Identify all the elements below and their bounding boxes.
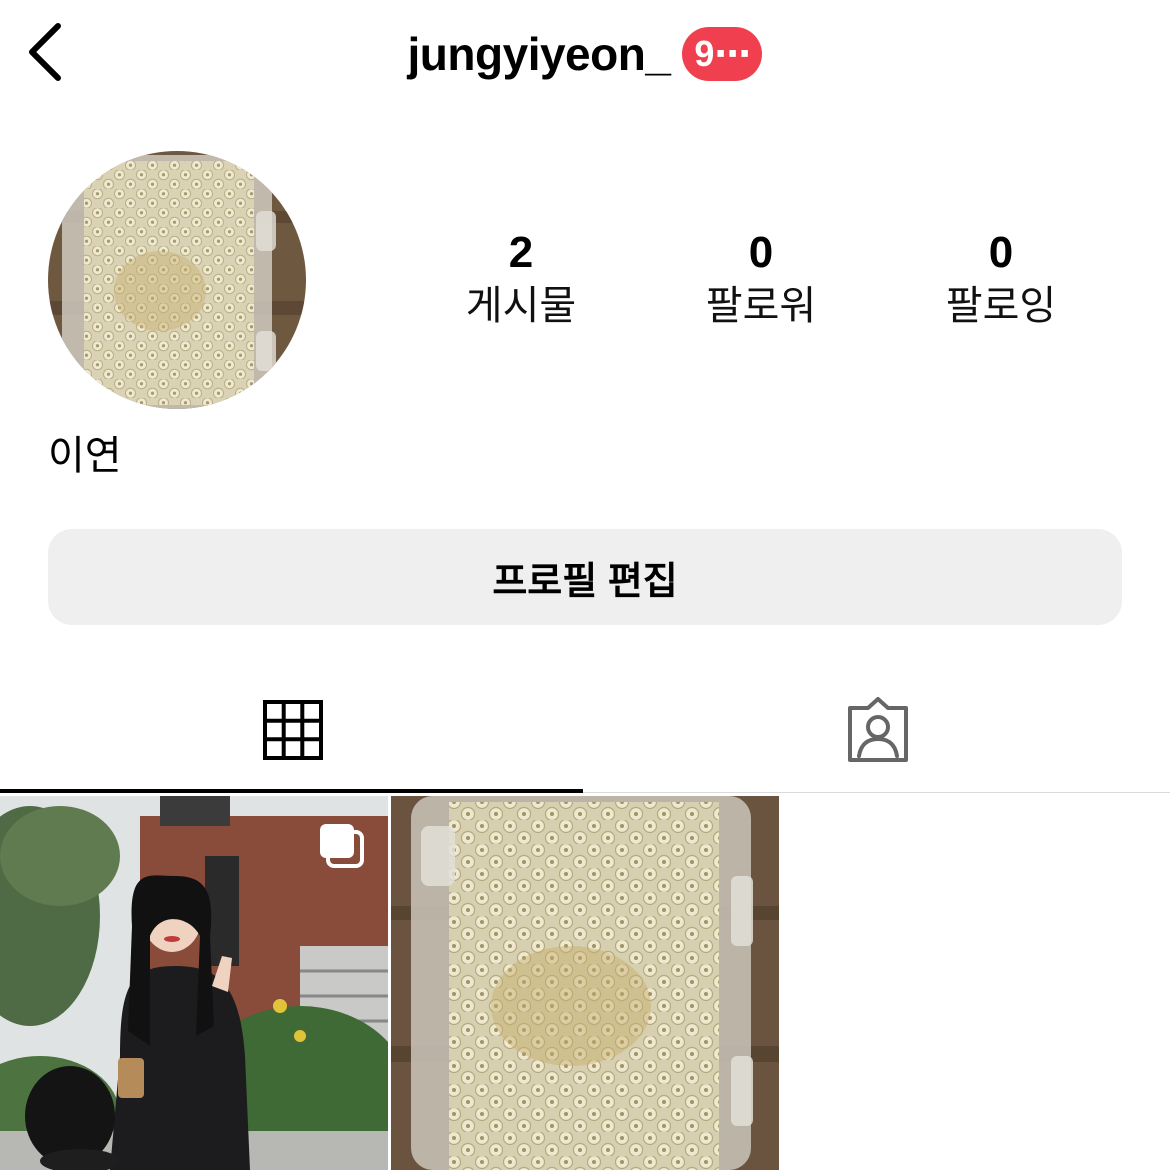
tagged-person-icon xyxy=(847,697,908,762)
multi-image-icon xyxy=(320,824,364,868)
stat-followers[interactable]: 0 팔로워 xyxy=(661,226,861,332)
tab-divider xyxy=(583,792,1170,793)
stat-following-count: 0 xyxy=(988,228,1014,277)
stat-followers-count: 0 xyxy=(748,228,774,277)
stat-following[interactable]: 0 팔로잉 xyxy=(901,226,1101,332)
stat-following-label: 팔로잉 xyxy=(945,284,1057,328)
tab-tagged[interactable] xyxy=(585,668,1170,792)
active-tab-indicator xyxy=(0,789,583,793)
stat-followers-label: 팔로워 xyxy=(705,284,817,328)
post-image-honeycomb xyxy=(391,796,779,1170)
username-title[interactable]: jungyiyeon_ xyxy=(408,18,671,90)
grid-icon xyxy=(262,700,323,760)
post-thumbnail[interactable] xyxy=(0,796,388,1170)
tab-posts-grid[interactable] xyxy=(0,668,585,792)
notification-badge[interactable]: 9⋯ xyxy=(682,27,763,81)
display-name: 이연 xyxy=(48,434,122,478)
stat-posts-label: 게시물 xyxy=(465,284,577,328)
profile-header: jungyiyeon_ 9⋯ xyxy=(0,18,1170,90)
profile-page: jungyiyeon_ 9⋯ 2 게시물 0 팔로워 0 팔로잉 이연 프로필 … xyxy=(0,0,1170,1170)
stat-posts[interactable]: 2 게시물 xyxy=(421,226,621,332)
post-thumbnail[interactable] xyxy=(391,796,779,1170)
avatar[interactable] xyxy=(48,151,306,409)
avatar-image xyxy=(48,151,306,409)
edit-profile-button[interactable]: 프로필 편집 xyxy=(48,529,1122,625)
stat-posts-count: 2 xyxy=(508,228,534,277)
